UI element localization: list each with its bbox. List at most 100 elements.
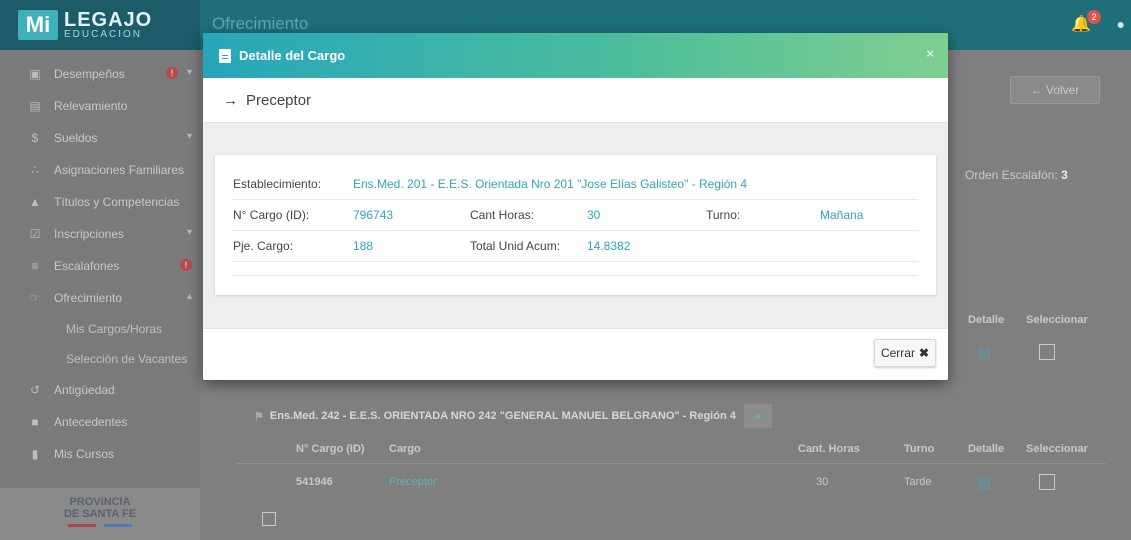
close-icon[interactable]: ×: [926, 46, 934, 61]
sidebar-item-antecedentes[interactable]: ■ Antecedentes: [0, 406, 200, 438]
list-icon: ≡: [31, 259, 39, 273]
sidebar-item-label: Escalafones: [54, 259, 120, 273]
modal-subtitle-bar: → Preceptor: [203, 78, 948, 123]
sidebar-subitem-mis-cargos[interactable]: Mis Cargos/Horas: [0, 314, 200, 344]
sidebar-item-inscripciones[interactable]: ☑ Inscripciones ▾: [0, 218, 200, 250]
sidebar-item-label: Desempeños: [54, 67, 125, 81]
cerrar-label: Cerrar: [880, 346, 915, 360]
turno-label: Turno:: [706, 208, 741, 222]
cant-horas-value: 30: [587, 208, 601, 222]
footer-line2: DE SANTA FE: [63, 508, 137, 520]
footer-line1: PROVINCIA: [69, 496, 131, 508]
logo-mark: Mi: [18, 10, 58, 40]
sidebar-item-label: Mis Cursos: [54, 447, 115, 461]
alert-badge: !: [166, 67, 178, 79]
modal-body: Establecimiento: Ens.Med. 201 - E.E.S. O…: [203, 123, 948, 328]
sidebar-item-label: Relevamiento: [54, 99, 128, 113]
logo-text: LEGAJO EDUCACION: [64, 10, 152, 40]
briefcase-icon: ▣: [29, 67, 41, 81]
total-label: Total Unid Acum:: [470, 239, 561, 253]
family-icon: ∴: [31, 163, 39, 177]
sidebar-item-label: Asignaciones Familiares: [54, 163, 185, 177]
modal-header: Detalle del Cargo ×: [203, 33, 948, 78]
arrow-right-icon: →: [223, 91, 238, 109]
cant-horas-label: Cant Horas:: [470, 208, 535, 222]
flag-bars: [0, 524, 200, 527]
course-icon: ▮: [31, 447, 39, 461]
table2-cell-cant-horas: 30: [816, 476, 829, 488]
logo-line2: EDUCACION: [64, 29, 143, 40]
sidebar-item-mis-cursos[interactable]: ▮ Mis Cursos: [0, 438, 200, 470]
orden-value: 3: [1061, 168, 1068, 182]
cargo-id-value: 796743: [353, 208, 394, 222]
establishment-header: ⚑ Ens.Med. 242 - E.E.S. ORIENTADA NRO 24…: [254, 404, 772, 428]
orden-label: Orden Escalafón:: [965, 168, 1058, 182]
detail-doc-icon[interactable]: ▤: [978, 344, 991, 361]
sidebar-subitem-seleccion-vacantes[interactable]: Selección de Vacantes: [0, 344, 200, 374]
modal-subtitle: Preceptor: [246, 91, 312, 109]
document-icon: [219, 48, 231, 63]
chevron-down-icon: ▾: [186, 67, 192, 78]
select-checkbox[interactable]: [1039, 344, 1055, 360]
sidebar-item-label: Antecedentes: [54, 415, 128, 429]
sidebar-item-label: Inscripciones: [54, 227, 125, 241]
close-x-icon: ✖: [918, 346, 930, 360]
detail-doc-icon[interactable]: ▤: [978, 474, 991, 491]
establecimiento-label: Establecimiento:: [233, 177, 322, 191]
app-logo[interactable]: Mi LEGAJO EDUCACION: [0, 0, 200, 50]
table2-header-cant-horas: Cant. Horas: [798, 443, 860, 455]
offer-icon: ☞: [29, 291, 41, 305]
establishment-name: Ens.Med. 242 - E.E.S. ORIENTADA NRO 242 …: [269, 410, 736, 422]
graduation-cap-icon: ▲: [29, 195, 41, 209]
orden-escalafon: Orden Escalafón: 3: [965, 168, 1068, 182]
pje-value: 188: [353, 239, 374, 253]
bottom-checkbox[interactable]: [262, 512, 276, 526]
province-logo: PROVINCIA DE SANTA FE: [0, 488, 200, 540]
user-icon[interactable]: ●: [1117, 16, 1125, 32]
sidebar-item-label: Sueldos: [54, 131, 98, 145]
chevron-up-icon: ▴: [186, 291, 192, 302]
detail-card: Establecimiento: Ens.Med. 201 - E.E.S. O…: [215, 155, 936, 295]
table2-header-detalle: Detalle: [968, 443, 1005, 455]
sidebar-item-desempenos[interactable]: ▣ Desempeños ! ▾: [0, 58, 200, 90]
sidebar-item-label: Títulos y Competencias: [54, 195, 180, 209]
sidebar-item-ofrecimiento[interactable]: ☞ Ofrecimiento ▴: [0, 282, 200, 314]
sidebar-item-asignaciones[interactable]: ∴ Asignaciones Familiares: [0, 154, 200, 186]
flag-icon: ⚑: [254, 410, 264, 423]
detail-row-puntaje: Pje. Cargo: 188 Total Unid Acum: 14.8382: [233, 231, 918, 262]
turno-value: Mañana: [820, 208, 864, 222]
sidebar-item-label: Ofrecimiento: [54, 291, 123, 305]
table2-cell-cargo[interactable]: Preceptor: [389, 476, 437, 488]
logo-line1: LEGAJO: [64, 9, 153, 31]
checkbox-icon: ☑: [29, 227, 41, 241]
notification-badge: 2: [1087, 10, 1101, 24]
table2-cell-cargo-id: 541946: [296, 476, 333, 488]
chevron-down-icon: ▾: [186, 227, 192, 238]
table2-header-seleccionar: Seleccionar: [1026, 443, 1088, 455]
sidebar-item-label: Antigüedad: [54, 383, 115, 397]
volver-button[interactable]: ← Volver: [1010, 76, 1100, 104]
detalle-cargo-modal: Detalle del Cargo × → Preceptor Establec…: [203, 33, 948, 380]
cerrar-button[interactable]: Cerrar ✖: [874, 339, 936, 367]
sidebar-item-relevamiento[interactable]: ▤ Relevamiento: [0, 90, 200, 122]
document-icon: ▤: [29, 99, 41, 113]
dollar-icon: $: [31, 131, 39, 145]
sidebar-item-sueldos[interactable]: $ Sueldos ▾: [0, 122, 200, 154]
map-pin-icon[interactable]: ●: [743, 404, 772, 428]
cargo-id-label: N° Cargo (ID):: [233, 208, 310, 222]
modal-footer: Cerrar ✖: [203, 328, 948, 380]
page-title: Ofrecimiento: [212, 14, 309, 33]
chevron-down-icon: ▾: [186, 131, 192, 142]
table2-header-cargo: Cargo: [389, 443, 421, 455]
history-icon: ↺: [29, 383, 41, 397]
sidebar-item-titulos[interactable]: ▲ Títulos y Competencias: [0, 186, 200, 218]
table2-cell-turno: Tarde: [904, 476, 932, 488]
table1-header-detalle: Detalle: [968, 314, 1005, 326]
sidebar-item-antiguedad[interactable]: ↺ Antigüedad: [0, 374, 200, 406]
select-checkbox[interactable]: [1039, 474, 1055, 490]
sidebar-item-escalafones[interactable]: ≡ Escalafones !: [0, 250, 200, 282]
detail-row-empty: [233, 262, 918, 276]
table2-header-turno: Turno: [904, 443, 935, 455]
table1-header-seleccionar: Seleccionar: [1026, 314, 1088, 326]
folder-icon: ■: [31, 415, 39, 429]
